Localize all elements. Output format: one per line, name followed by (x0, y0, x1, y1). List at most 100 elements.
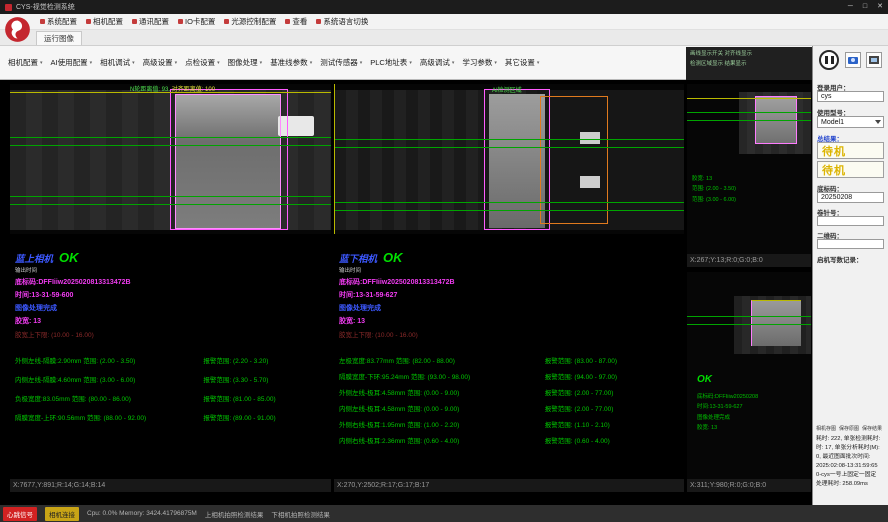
measure-line (10, 137, 331, 138)
pause-button[interactable] (819, 50, 839, 70)
toolbar-btn-spot-check[interactable]: 点检设置▾ (181, 53, 224, 72)
toolbar-btn-camera-debug[interactable]: 相机调试▾ (96, 53, 139, 72)
chevron-down-icon: ▾ (90, 60, 93, 66)
monitor-icon (869, 56, 879, 64)
toolbar-label: 高级设置 (143, 57, 173, 68)
preview-image-top[interactable]: 胶宽: 13 范围: (2.00 - 3.50) 范围: (3.00 - 6.0… (687, 84, 811, 254)
toolbar-label: 测试传感器 (320, 57, 358, 68)
camera-image-upper[interactable]: N轮距离值: 93. 对齐距离值: 100 (10, 84, 331, 234)
chevron-down-icon: ▾ (260, 60, 263, 66)
preview-image-bottom[interactable]: OK 底标码:DFFIiiw20250208 时间:13-31-59-627 图… (687, 272, 811, 479)
glue-range-text: 胶宽上下限: (10.00 - 16.00) (339, 329, 682, 339)
side-panel: 登录用户： cys 使用型号： Model1 总结果： 待机 待机 底标码： 2… (812, 46, 888, 505)
toolbar-label: AI使用配置 (51, 57, 88, 68)
toolbar-btn-advanced-debug[interactable]: 高级调试▾ (416, 53, 459, 72)
tab-run-image[interactable]: 运行图像 (36, 31, 82, 45)
display-switch-line1[interactable]: 画线显示开关 对齐线显示 (690, 50, 808, 60)
measure-line (10, 145, 331, 146)
batch-code-text: 20250208 (821, 194, 852, 201)
alignment-line-vertical (334, 84, 335, 234)
measure-line (10, 196, 331, 197)
minimize-button[interactable]: ─ (848, 0, 853, 14)
camera-image-lower[interactable]: AI检测区域 (334, 84, 684, 234)
process-status-text: 图像处理完成 (339, 303, 682, 313)
display-switch-line2[interactable]: 检测区域显示 结果显示 (690, 60, 808, 70)
barcode-text: 底标码:DFFIiiw2025020813313472B (339, 277, 682, 287)
screen-view-button[interactable] (866, 52, 882, 68)
preview-text-line: 底标码:DFFIiiw20250208 (697, 392, 758, 402)
preview-text-line: 胶宽: 13 (697, 423, 758, 433)
toolbar-btn-sensor-test[interactable]: 测试传感器▾ (316, 53, 366, 72)
toolbar-btn-camera-config[interactable]: 相机配置▾ (4, 53, 47, 72)
chevron-down-icon: ▾ (175, 60, 178, 66)
chevron-down-icon: ▾ (452, 60, 455, 66)
time-text: 时间:13-31-59-600 (15, 290, 329, 300)
model-value-text: Model1 (821, 119, 844, 126)
menu-icon (132, 19, 137, 24)
toolbar-btn-image-process[interactable]: 图像处理▾ (224, 53, 267, 72)
measurement-value: 内侧左线-隔膜:4.60mm 范围: (3.00 - 6.00) (15, 374, 203, 384)
ok-status-label: OK (383, 250, 403, 265)
measure-line (687, 112, 811, 113)
stats-line: 0-cys一号上固定一固定 (816, 471, 887, 480)
stats-block: 耗时: 222, 单张检测耗时: 时: 17, 单张分析耗时(M): 0, 最近… (816, 435, 887, 489)
pixel-coordinates-readout: X:7677,Y:891;R:14;G:14;B:14 (10, 479, 331, 492)
camera-capture-button[interactable] (845, 52, 861, 68)
process-status-text: 图像处理完成 (15, 303, 329, 313)
preview-view-top: 胶宽: 13 范围: (2.00 - 3.50) 范围: (3.00 - 6.0… (687, 84, 811, 267)
measurement-row: 外侧左线-极耳:4.58mm 范围: (0.00 - 9.00)报警范围: (2… (339, 387, 682, 397)
stats-tab-save-result[interactable]: 保存结果 (862, 425, 882, 432)
chevron-down-icon: ▾ (537, 60, 540, 66)
menu-item-light-config[interactable]: 光源控制配置 (220, 14, 280, 29)
toolbar-btn-advanced-settings[interactable]: 高级设置▾ (139, 53, 182, 72)
measurement-value: 左极宽度:83.77mm 范围: (82.00 - 88.00) (339, 355, 545, 365)
preview-column: 胶宽: 13 范围: (2.00 - 3.50) 范围: (3.00 - 6.0… (687, 84, 811, 492)
menu-item-label: 相机配置 (93, 16, 123, 27)
result-text-block: 蓝上相机 OK 输出时间 底标码:DFFIiiw2025020813313472… (15, 250, 329, 422)
coordinates-text: X:7677,Y:891;R:14;G:14;B:14 (13, 482, 105, 489)
ai-region-label: AI检测区域 (492, 85, 522, 94)
measurement-list: 外侧左线-隔膜:2.90mm 范围: (2.00 - 3.50)报警范围: (2… (15, 355, 329, 422)
measurement-row: 内侧右线-极耳:2.36mm 范围: (0.60 - 4.00)报警范围: (0… (339, 435, 682, 445)
menu-item-camera-config[interactable]: 相机配置 (82, 14, 127, 29)
glue-width-text: 胶宽: 13 (15, 316, 329, 326)
menu-item-view[interactable]: 查看 (281, 14, 311, 29)
roi-rectangle-inner (175, 94, 281, 229)
menu-item-label: 系统配置 (47, 16, 77, 27)
menu-icon (178, 19, 183, 24)
camera-view-upper: N轮距离值: 93. 对齐距离值: 100 蓝上相机 OK 输出时间 底标码:D… (10, 84, 331, 492)
preview-text-block: 底标码:DFFIiiw20250208 时间:13-31-59-627 图像处理… (697, 392, 758, 434)
measure-line (334, 147, 684, 148)
menu-icon (285, 19, 290, 24)
app-icon (5, 4, 12, 11)
menu-item-language-switch[interactable]: 系统语言切换 (312, 14, 372, 29)
toolbar-btn-baseline-params[interactable]: 基准线参数▾ (266, 53, 316, 72)
close-button[interactable]: ✕ (877, 0, 883, 14)
title-bar: CYS-视觉检测系统 ─ □ ✕ (0, 0, 888, 14)
camera-view-lower: AI检测区域 蓝下相机 OK 输出时间 底标码:DFFIiiw202502081… (334, 84, 684, 492)
toolbar-btn-plc-address[interactable]: PLC地址表▾ (366, 53, 416, 72)
result-status-box-2: 待机 (817, 161, 884, 178)
menu-item-comm-config[interactable]: 通讯配置 (128, 14, 173, 29)
stats-tab-save-image[interactable]: 相机存图 (816, 425, 836, 432)
qr-code-input[interactable] (817, 239, 884, 249)
stats-tab-save-raw[interactable]: 保存原图 (839, 425, 859, 432)
menu-item-system-config[interactable]: 系统配置 (36, 14, 81, 29)
measurement-value: 负极宽度:83.05mm 范围: (80.00 - 86.00) (15, 393, 203, 403)
measure-line (687, 120, 811, 121)
toolbar-btn-other-settings[interactable]: 其它设置▾ (501, 53, 544, 72)
preview-text-line: 范围: (2.00 - 3.50) (692, 184, 736, 194)
coordinates-text: X:270,Y:2502;R:17;G:17;B:17 (337, 482, 429, 489)
menu-item-io-config[interactable]: IO卡配置 (174, 14, 219, 29)
toolbar-btn-learning-params[interactable]: 学习参数▾ (458, 53, 501, 72)
roll-number-input[interactable] (817, 216, 884, 226)
measurement-row: 左极宽度:83.77mm 范围: (82.00 - 88.00)报警范围: (8… (339, 355, 682, 365)
tab-row: 运行图像 (0, 30, 888, 46)
measurement-row: 内侧左线-隔膜:4.60mm 范围: (3.00 - 6.00)报警范围: (3… (15, 374, 329, 384)
alarm-range: 报警范围: (2.20 - 3.20) (203, 355, 329, 365)
result-status-text: 待机 (822, 143, 846, 159)
toolbar-btn-ai-config[interactable]: AI使用配置▾ (47, 53, 97, 72)
maximize-button[interactable]: □ (863, 0, 867, 14)
model-select[interactable]: Model1 (817, 116, 884, 128)
measurement-value: 隔膜宽度-上环:90.56mm 范围: (88.00 - 92.00) (15, 412, 203, 422)
